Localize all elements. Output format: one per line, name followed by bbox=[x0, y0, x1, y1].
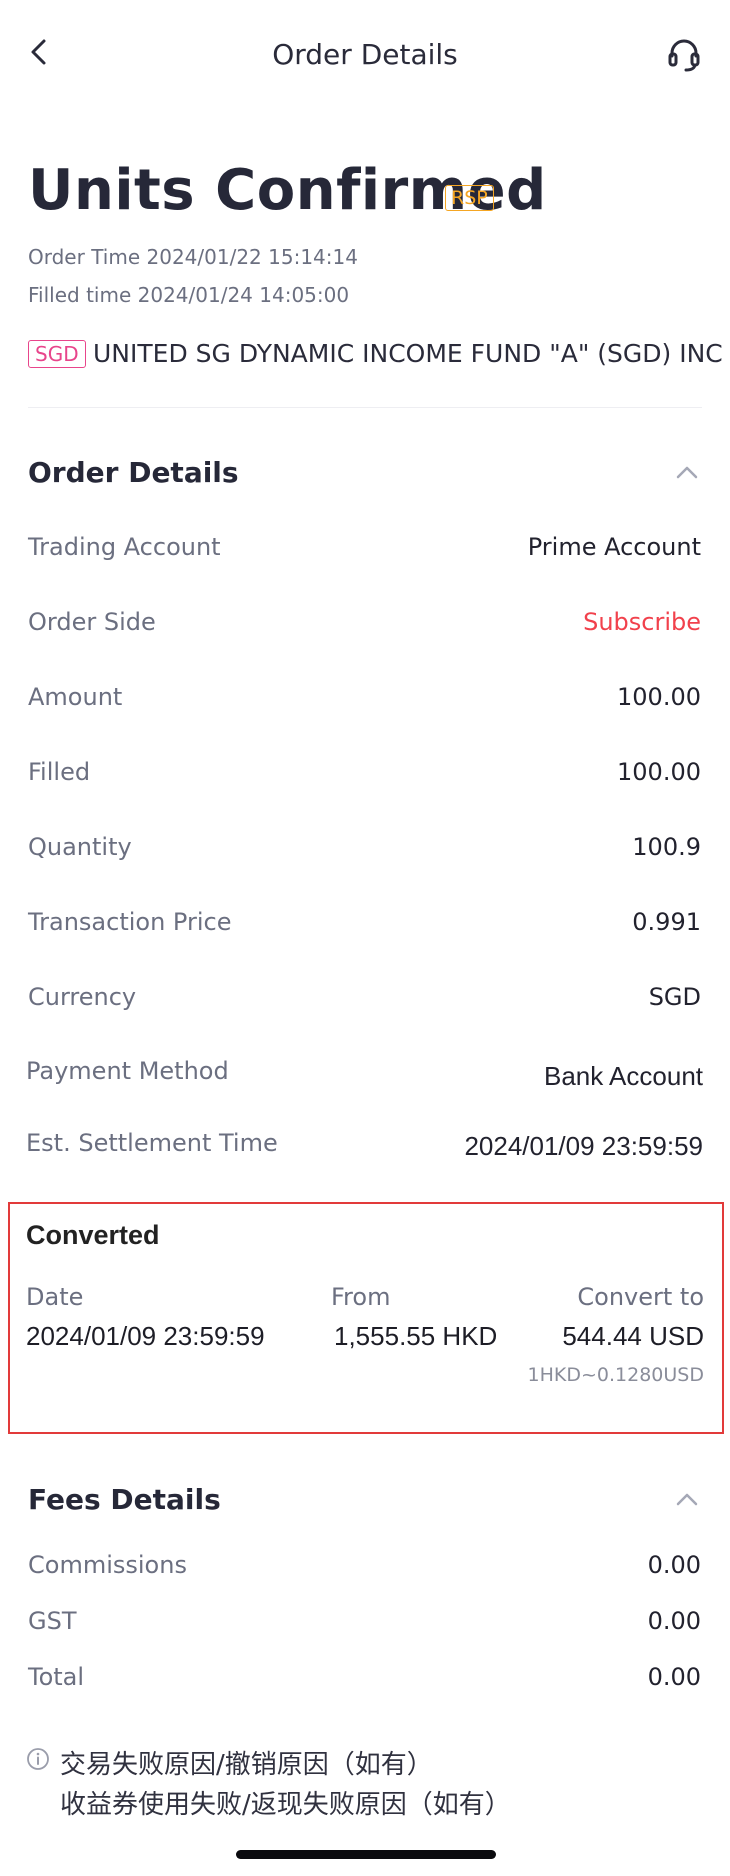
trading-account-label: Trading Account bbox=[28, 533, 221, 561]
order-details-section-title: Order Details bbox=[28, 456, 239, 489]
headset-icon bbox=[668, 39, 700, 72]
amount-label: Amount bbox=[28, 683, 123, 711]
coupon-failure-note: 收益券使用失败/返现失败原因（如有） bbox=[60, 1790, 511, 1820]
transaction-price-label: Transaction Price bbox=[28, 908, 232, 936]
quantity-value: 100.9 bbox=[632, 833, 701, 861]
home-indicator bbox=[236, 1850, 496, 1859]
convert-date-value: 2024/01/09 23:59:59 bbox=[26, 1321, 265, 1351]
commissions-label: Commissions bbox=[28, 1551, 187, 1579]
quantity-label: Quantity bbox=[28, 833, 132, 861]
order-side-label: Order Side bbox=[28, 608, 156, 636]
divider bbox=[28, 407, 702, 408]
fees-collapse-button[interactable] bbox=[674, 1487, 700, 1513]
exchange-rate: 1HKD~0.1280USD bbox=[527, 1364, 704, 1386]
order-details-collapse-button[interactable] bbox=[674, 460, 700, 486]
transaction-price-value: 0.991 bbox=[632, 908, 701, 936]
total-fee-label: Total bbox=[28, 1663, 85, 1691]
settlement-time-label: Est. Settlement Time bbox=[26, 1129, 278, 1157]
filled-value: 100.00 bbox=[617, 758, 701, 786]
convert-from-label: From bbox=[331, 1283, 391, 1311]
order-side-value: Subscribe bbox=[583, 608, 701, 636]
filled-label: Filled bbox=[28, 758, 91, 786]
trading-account-value: Prime Account bbox=[527, 533, 701, 561]
info-icon bbox=[27, 1748, 49, 1770]
fees-section-title: Fees Details bbox=[28, 1483, 221, 1516]
order-time: Order Time 2024/01/22 15:14:14 bbox=[28, 245, 358, 269]
chevron-up-icon bbox=[676, 466, 698, 479]
currency-badge: SGD bbox=[28, 340, 86, 368]
convert-to-label: Convert to bbox=[577, 1283, 704, 1311]
amount-value: 100.00 bbox=[617, 683, 701, 711]
payment-method-label: Payment Method bbox=[26, 1057, 229, 1085]
currency-value: SGD bbox=[648, 983, 701, 1011]
filled-time: Filled time 2024/01/24 14:05:00 bbox=[28, 283, 350, 307]
convert-from-value: 1,555.55 HKD bbox=[334, 1321, 498, 1351]
settlement-time-value: 2024/01/09 23:59:59 bbox=[464, 1131, 703, 1161]
convert-to-value: 544.44 USD bbox=[562, 1321, 704, 1351]
total-fee-value: 0.00 bbox=[647, 1663, 701, 1691]
chevron-up-icon bbox=[676, 1493, 698, 1506]
rsp-badge: RSP bbox=[445, 185, 494, 211]
payment-method-value: Bank Account bbox=[544, 1061, 703, 1091]
currency-label: Currency bbox=[28, 983, 137, 1011]
fund-name: UNITED SG DYNAMIC INCOME FUND "A" (SGD) … bbox=[93, 339, 723, 368]
converted-title: Converted bbox=[26, 1220, 160, 1250]
support-button[interactable] bbox=[664, 34, 704, 74]
page-title: Order Details bbox=[272, 38, 458, 71]
failure-reason-note: 交易失败原因/撤销原因（如有） bbox=[60, 1750, 433, 1780]
gst-label: GST bbox=[28, 1607, 77, 1635]
gst-value: 0.00 bbox=[647, 1607, 701, 1635]
convert-date-label: Date bbox=[26, 1283, 84, 1311]
commissions-value: 0.00 bbox=[647, 1551, 701, 1579]
